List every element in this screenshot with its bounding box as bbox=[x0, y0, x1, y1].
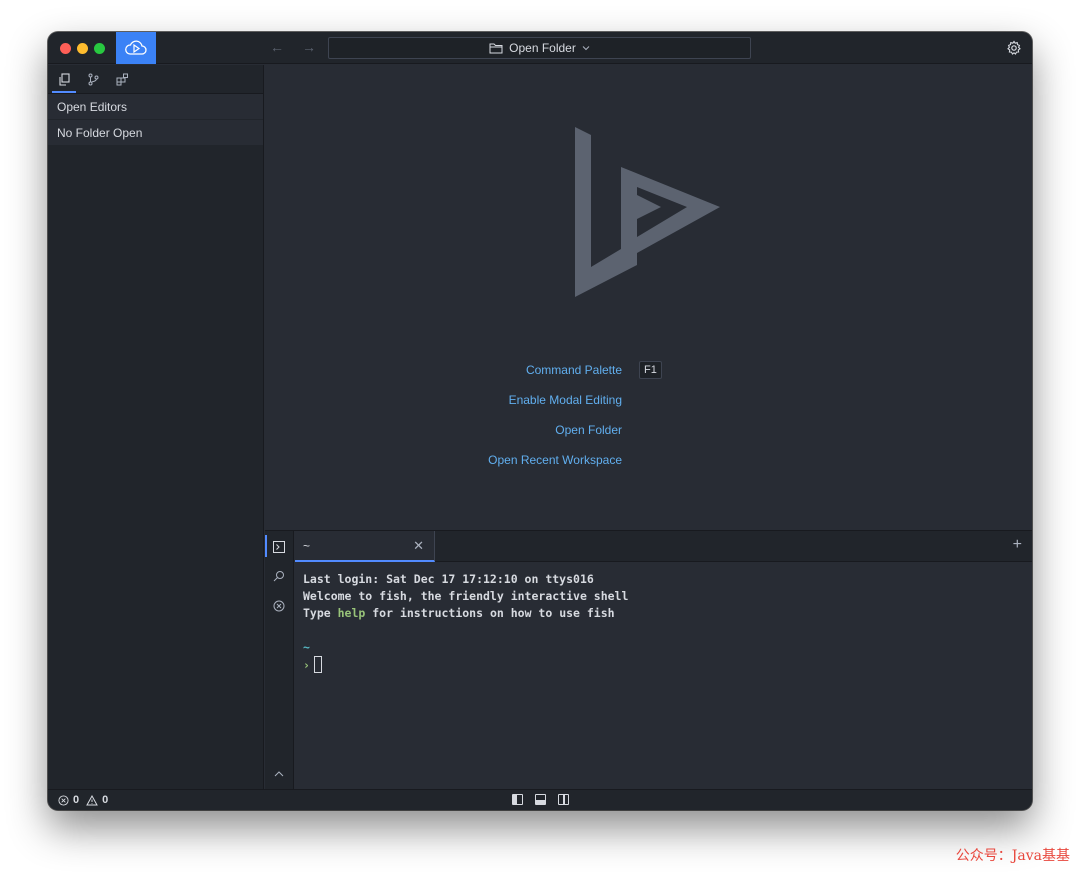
source-control-icon bbox=[88, 73, 98, 85]
folder-icon bbox=[489, 43, 503, 54]
search-panel-button[interactable] bbox=[272, 569, 286, 583]
open-folder-button[interactable]: Open Folder bbox=[328, 37, 751, 59]
rail-active-indicator bbox=[265, 535, 267, 557]
terminal-output[interactable]: Last login: Sat Dec 17 17:12:10 on ttys0… bbox=[303, 571, 628, 674]
enable-modal-editing-link[interactable]: Enable Modal Editing bbox=[509, 393, 622, 407]
terminal-line: Last login: Sat Dec 17 17:12:10 on ttys0… bbox=[303, 572, 594, 586]
terminal-prompt-line: › bbox=[303, 656, 628, 674]
panel-collapse-button[interactable] bbox=[272, 767, 286, 781]
error-circle-icon bbox=[58, 794, 69, 806]
diagnostics-status[interactable]: 0 0 bbox=[58, 794, 108, 806]
error-circle-icon bbox=[273, 600, 285, 612]
terminal-line: Welcome to fish, the friendly interactiv… bbox=[303, 589, 629, 603]
status-bar: 0 0 bbox=[48, 789, 1032, 810]
terminal-tab-title: ~ bbox=[303, 539, 311, 553]
toggle-split-icon[interactable] bbox=[558, 794, 569, 805]
open-folder-label: Open Folder bbox=[509, 41, 576, 55]
toggle-sidebar-icon[interactable] bbox=[512, 794, 523, 805]
open-folder-link[interactable]: Open Folder bbox=[555, 423, 622, 437]
lapce-logo bbox=[575, 127, 720, 297]
files-icon bbox=[58, 72, 70, 86]
app-window: ← → Open Folder Open Editors No Folder O… bbox=[48, 32, 1032, 810]
terminal-cursor bbox=[313, 656, 322, 673]
command-palette-link[interactable]: Command Palette bbox=[526, 363, 622, 377]
close-window-button[interactable] bbox=[60, 43, 71, 54]
watermark: 公众号：Java基基 bbox=[955, 848, 1070, 864]
open-recent-workspace-link[interactable]: Open Recent Workspace bbox=[488, 453, 622, 467]
close-icon[interactable]: ✕ bbox=[413, 538, 424, 554]
layout-toggles bbox=[512, 794, 569, 805]
no-folder-open-section[interactable]: No Folder Open bbox=[48, 120, 263, 146]
terminal-tab[interactable]: ~ ✕ bbox=[295, 531, 435, 562]
problems-panel-button[interactable] bbox=[272, 599, 286, 613]
chevron-down-icon bbox=[582, 46, 590, 51]
maximize-window-button[interactable] bbox=[94, 43, 105, 54]
sidebar: Open Editors No Folder Open bbox=[48, 65, 264, 789]
error-count: 0 bbox=[73, 794, 80, 806]
chevron-up-icon bbox=[274, 771, 284, 777]
extensions-icon bbox=[116, 73, 128, 85]
search-icon bbox=[273, 571, 284, 582]
warning-icon bbox=[86, 794, 98, 805]
gear-icon[interactable] bbox=[1006, 40, 1022, 56]
minimize-window-button[interactable] bbox=[77, 43, 88, 54]
cloud-app-icon bbox=[125, 40, 147, 55]
forward-arrow-icon[interactable]: → bbox=[302, 39, 316, 55]
tab-source-control[interactable] bbox=[85, 71, 101, 87]
title-bar: ← → Open Folder bbox=[48, 32, 1032, 64]
tab-extensions[interactable] bbox=[114, 71, 130, 87]
cloud-app-button[interactable] bbox=[116, 32, 156, 64]
sidebar-tabs bbox=[48, 65, 263, 94]
back-arrow-icon[interactable]: ← bbox=[270, 39, 284, 55]
terminal-cwd: ~ bbox=[303, 640, 310, 654]
command-palette-shortcut: F1 bbox=[639, 361, 662, 379]
terminal-icon bbox=[273, 541, 285, 553]
terminal-panel-button[interactable] bbox=[272, 540, 286, 554]
terminal-line: Type help for instructions on how to use… bbox=[303, 606, 615, 620]
toggle-panel-icon[interactable] bbox=[535, 794, 546, 805]
terminal-tabs: ~ ✕ + bbox=[295, 531, 1032, 562]
add-terminal-icon[interactable]: + bbox=[1013, 536, 1022, 554]
editor-area: Command Palette F1 Enable Modal Editing … bbox=[265, 65, 1032, 530]
open-editors-section[interactable]: Open Editors bbox=[48, 94, 263, 120]
bottom-panel: ~ ✕ + Last login: Sat Dec 17 17:12:10 on… bbox=[265, 530, 1032, 790]
tab-explorer[interactable] bbox=[52, 71, 76, 93]
panel-rail bbox=[265, 531, 294, 790]
prompt-symbol: › bbox=[303, 658, 310, 672]
warning-count: 0 bbox=[102, 794, 109, 806]
